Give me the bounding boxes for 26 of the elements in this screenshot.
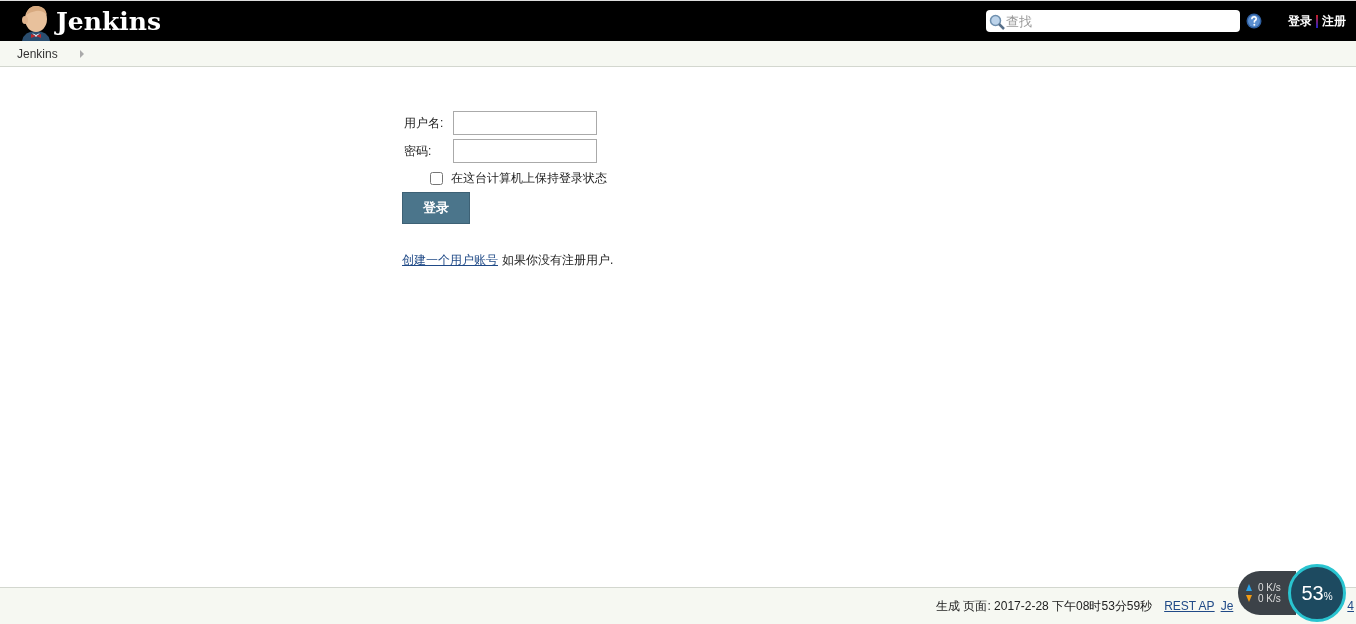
input-field[interactable] <box>453 139 597 163</box>
speed-value: 0 K/s <box>1258 593 1281 604</box>
signup-link[interactable]: 创建一个用户账号 <box>402 252 498 269</box>
search-field[interactable]: 查找 <box>986 10 1240 32</box>
help-icon[interactable] <box>1246 13 1262 29</box>
signup-hint: 如果你没有注册用户. <box>502 252 614 269</box>
header-link[interactable]: 注册 <box>1322 12 1346 30</box>
footer-link[interactable]: 4 <box>1347 599 1354 613</box>
usage-percent: 53 <box>1301 581 1324 605</box>
footer-link[interactable]: Je <box>1220 599 1234 613</box>
arrow-down-icon <box>1246 595 1252 602</box>
speed-value: 0 K/s <box>1258 582 1281 593</box>
caret-icon[interactable] <box>79 49 84 58</box>
checkbox-label: 在这台计算机上保持登录状态 <box>451 170 607 187</box>
arrow-up-icon <box>1246 584 1252 591</box>
app-title[interactable]: Jenkins <box>56 6 161 36</box>
percent-unit: % <box>1323 590 1333 602</box>
header-link[interactable]: 登录 <box>1288 12 1312 30</box>
login-button[interactable]: 登录 <box>402 192 470 224</box>
generated-time: 生成 页面: 2017-2-28 下午08时53分59秒 <box>936 597 1153 615</box>
field-label: 密码: <box>403 142 433 160</box>
field-label: 用户名: <box>403 114 445 132</box>
footer-link[interactable]: REST AP <box>1164 599 1215 613</box>
breadcrumb-link[interactable]: Jenkins <box>17 46 58 61</box>
input-field[interactable] <box>453 111 597 135</box>
remember-checkbox[interactable] <box>430 172 443 185</box>
